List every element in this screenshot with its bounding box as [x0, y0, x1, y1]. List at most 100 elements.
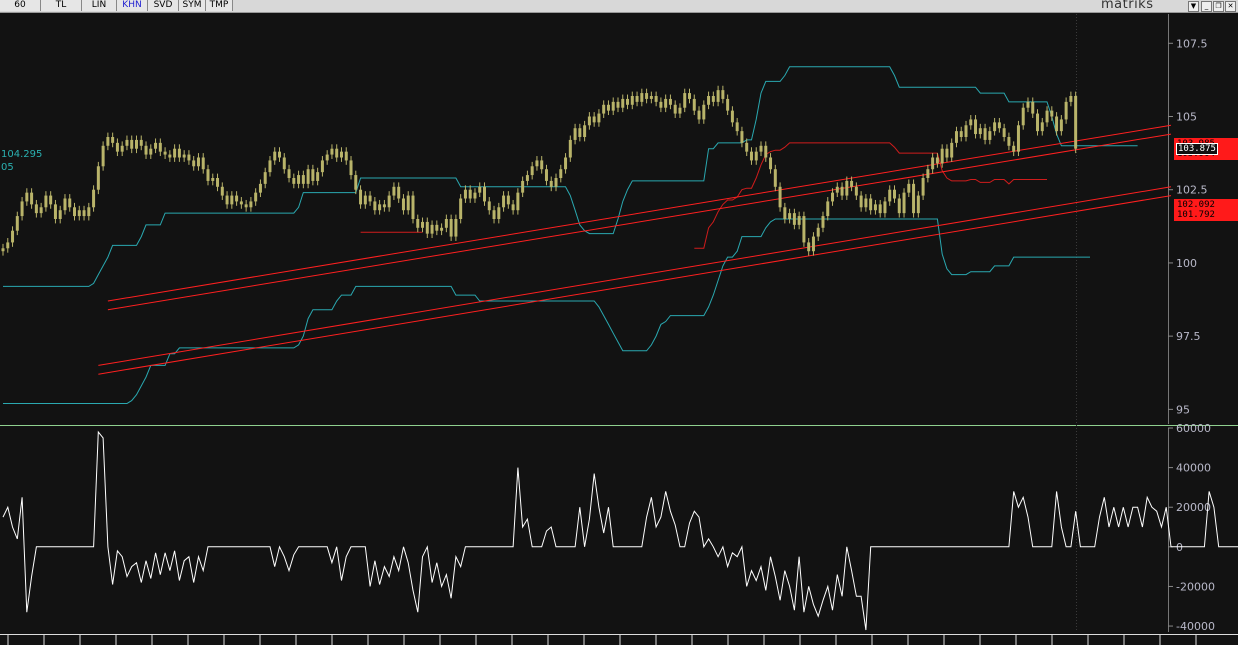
candle: [564, 153, 568, 174]
candle: [82, 205, 86, 221]
candle: [673, 100, 677, 118]
candle: [263, 167, 267, 189]
candle: [697, 106, 701, 124]
candle: [139, 135, 143, 151]
price-tag-upper: 103.985 103.904 103.875: [1174, 138, 1238, 160]
candle: [273, 147, 277, 165]
candle: [96, 161, 100, 195]
candle: [621, 94, 625, 113]
candle: [859, 191, 863, 212]
candle: [49, 191, 53, 209]
candle: [392, 182, 396, 200]
candle: [606, 100, 610, 116]
osc-tick-label: 60000: [1176, 422, 1211, 435]
candle: [811, 232, 815, 256]
osc-tick-label: 0: [1176, 541, 1183, 554]
candle: [463, 185, 467, 203]
candle: [1040, 117, 1044, 136]
price-tick-label: 102.5: [1176, 184, 1208, 197]
candle: [1059, 115, 1063, 136]
candle: [902, 188, 906, 218]
candle: [87, 202, 91, 221]
candle: [430, 220, 434, 239]
osc-tick-label: 40000: [1176, 462, 1211, 475]
candle: [497, 202, 501, 224]
candle: [292, 173, 296, 189]
candle: [778, 182, 782, 212]
candle: [583, 120, 587, 142]
candle: [316, 167, 320, 186]
candle: [177, 144, 181, 162]
x-axis: [0, 634, 1238, 645]
price-tick-label: 97.5: [1176, 330, 1201, 343]
candle: [749, 147, 753, 165]
candle: [77, 205, 81, 221]
candle: [239, 197, 243, 209]
candle: [425, 217, 429, 239]
price-tick-label: 105: [1176, 111, 1197, 124]
candle: [559, 164, 563, 183]
candle: [711, 91, 715, 107]
candle: [149, 144, 153, 159]
candle: [115, 138, 119, 157]
candle: [869, 194, 873, 215]
candle: [63, 194, 67, 215]
candle: [154, 138, 158, 154]
candle: [206, 164, 210, 186]
candle: [969, 115, 973, 130]
candle: [378, 199, 382, 215]
candle: [683, 88, 687, 113]
candle: [411, 191, 415, 224]
candle: [106, 132, 110, 151]
candle: [125, 135, 129, 151]
candle: [769, 153, 773, 174]
candle: [483, 182, 487, 206]
candle: [468, 185, 472, 203]
candle: [254, 188, 258, 206]
candle: [897, 194, 901, 218]
candle: [68, 194, 72, 212]
candle: [216, 173, 220, 192]
candle: [602, 100, 606, 118]
chart-canvas[interactable]: 107.5 105 102.5 100 97.5 95 60000 40000 20000 0 -…: [0, 0, 1238, 645]
candle: [759, 141, 763, 157]
osc-tick-label: -20000: [1176, 580, 1215, 593]
candle: [473, 188, 477, 203]
candle: [821, 211, 825, 233]
candle: [158, 138, 162, 157]
candle: [406, 191, 410, 215]
candle: [1021, 103, 1025, 130]
candle: [1012, 141, 1016, 157]
candle: [454, 214, 458, 241]
candle: [611, 97, 615, 116]
candle: [659, 97, 663, 113]
candle: [440, 223, 444, 236]
candle: [921, 173, 925, 200]
candle: [773, 164, 777, 192]
candle: [835, 182, 839, 198]
candle: [678, 103, 682, 118]
candle: [916, 191, 920, 218]
candle: [730, 106, 734, 127]
candle: [73, 202, 77, 221]
candle: [144, 141, 148, 159]
candle: [1074, 91, 1078, 154]
candle: [39, 202, 43, 218]
candle: [854, 182, 858, 200]
candle: [421, 217, 425, 233]
candle: [702, 100, 706, 124]
candle: [988, 126, 992, 145]
candle: [864, 194, 868, 212]
candle: [196, 153, 200, 171]
candle: [1007, 132, 1011, 151]
candle: [831, 188, 835, 206]
candle: [268, 156, 272, 177]
price-tag-lower: 102.092 101.792: [1174, 199, 1238, 221]
candle: [912, 179, 916, 218]
candle: [339, 147, 343, 162]
candle: [325, 150, 329, 165]
candle: [616, 97, 620, 113]
candle: [368, 191, 372, 206]
candle: [635, 91, 639, 107]
candle: [630, 91, 634, 110]
